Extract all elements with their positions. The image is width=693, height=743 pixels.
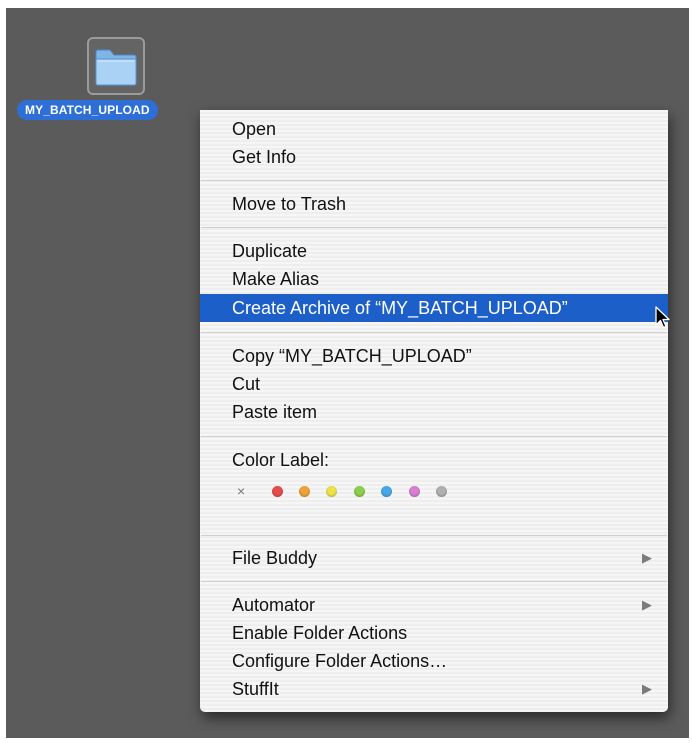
folder-icon[interactable] [87,37,145,95]
menu-separator [201,436,667,437]
color-label-purple-dot[interactable] [409,486,420,497]
mouse-cursor-icon [655,306,670,329]
menu-item-enable-folder-actions[interactable]: Enable Folder Actions [200,619,668,647]
menu-item-stuffit[interactable]: StuffIt ▶ [200,675,668,703]
menu-separator [201,180,667,181]
color-label-none-icon[interactable]: × [237,481,245,501]
menu-item-color-label: Color Label: [232,450,330,470]
menu-item-file-buddy-label: File Buddy [232,548,318,568]
menu-item-open[interactable]: Open [200,115,668,143]
submenu-arrow-icon: ▶ [642,550,652,565]
menu-separator [201,535,667,536]
folder-name-label[interactable]: MY_BATCH_UPLOAD [17,100,158,120]
menu-item-configure-folder-actions[interactable]: Configure Folder Actions… [200,647,668,675]
menu-item-automator-label: Automator [232,595,316,615]
color-label-red-dot[interactable] [272,486,283,497]
menu-item-create-archive[interactable]: Create Archive of “MY_BATCH_UPLOAD” [200,294,668,322]
menu-separator [201,332,667,333]
color-label-gray-dot[interactable] [436,486,447,497]
menu-item-file-buddy[interactable]: File Buddy ▶ [200,544,668,572]
menu-separator [201,227,667,228]
menu-item-stuffit-label: StuffIt [232,679,279,699]
menu-item-cut[interactable]: Cut [200,370,668,398]
menu-separator [201,581,667,582]
color-label-orange-dot[interactable] [299,486,310,497]
menu-item-get-info[interactable]: Get Info [200,143,668,171]
menu-item-move-to-trash[interactable]: Move to Trash [200,190,668,218]
folder-graphic [95,49,137,86]
color-label-yellow-dot[interactable] [326,486,337,497]
submenu-arrow-icon: ▶ [642,597,652,612]
menu-item-copy[interactable]: Copy “MY_BATCH_UPLOAD” [200,342,668,370]
menu-item-paste[interactable]: Paste item [200,398,668,426]
color-label-blue-dot[interactable] [381,486,392,497]
color-label-green-dot[interactable] [354,486,365,497]
context-menu: Open Get Info Move to Trash Duplicate Ma… [200,110,668,712]
menu-item-automator[interactable]: Automator ▶ [200,591,668,619]
menu-item-make-alias[interactable]: Make Alias [200,265,668,293]
submenu-arrow-icon: ▶ [642,681,652,696]
menu-item-duplicate[interactable]: Duplicate [200,237,668,265]
